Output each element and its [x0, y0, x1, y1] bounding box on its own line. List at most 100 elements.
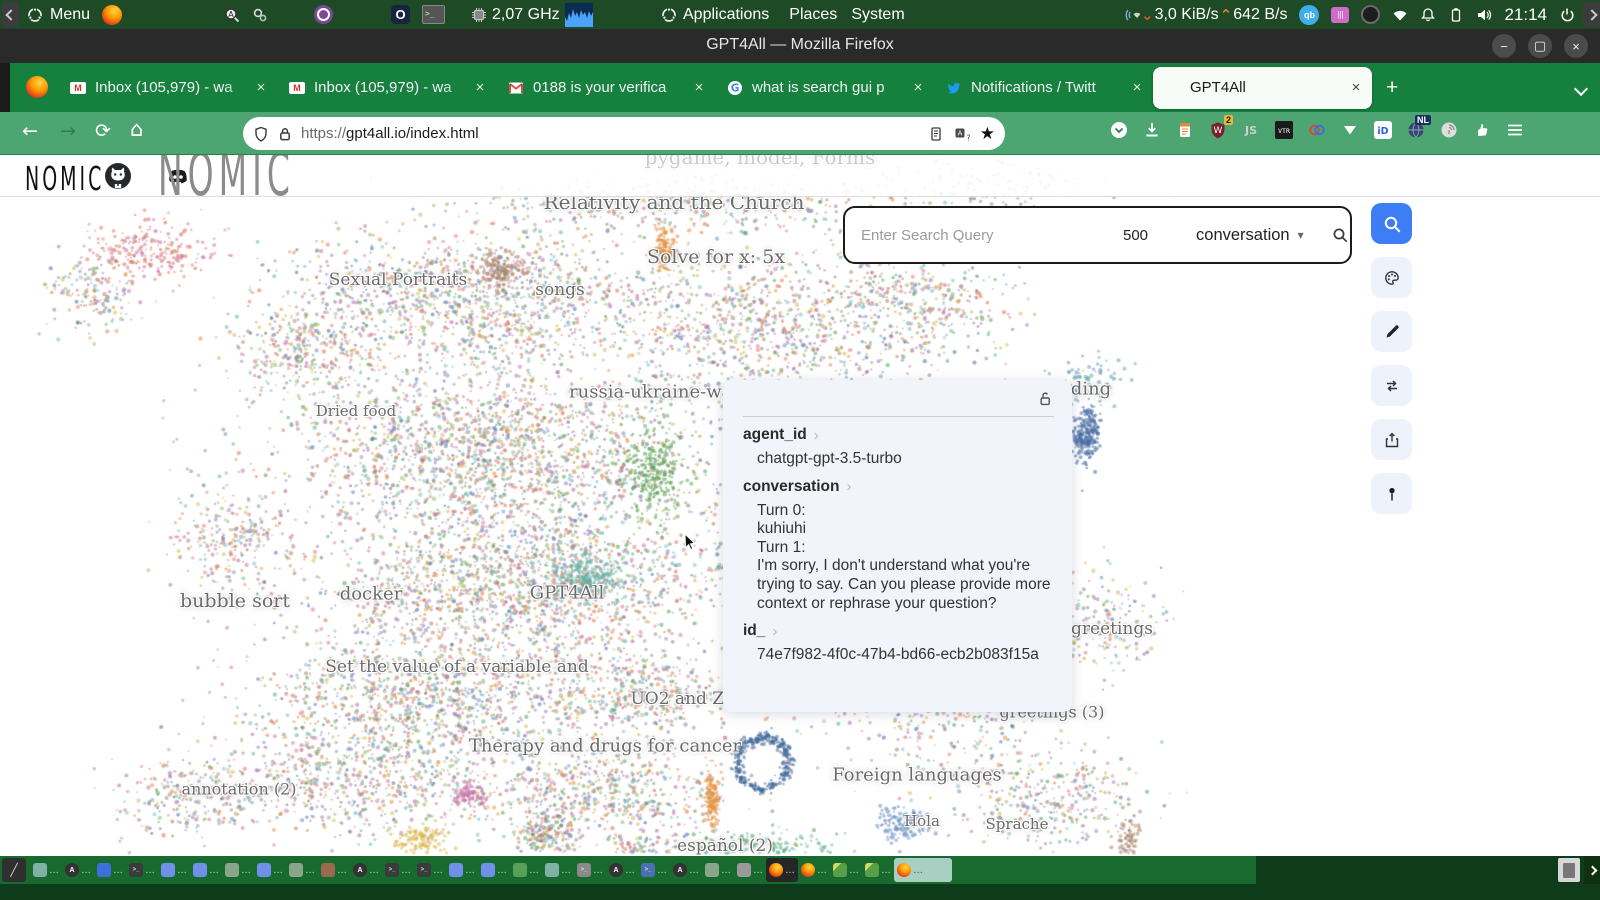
- power-button[interactable]: [1559, 7, 1575, 23]
- taskbar-window-firefox[interactable]: …: [798, 858, 830, 882]
- forward-button[interactable]: →: [60, 120, 76, 142]
- translate-icon[interactable]: A?: [954, 126, 970, 142]
- url-bar[interactable]: https://gpt4all.io/index.html A? ★: [243, 117, 1005, 150]
- jsgray-icon[interactable]: JS: [1240, 119, 1262, 141]
- tool-search-button[interactable]: [1371, 203, 1412, 244]
- menu-places[interactable]: Places: [789, 6, 837, 24]
- taskbar-window-term[interactable]: >_…: [414, 858, 446, 882]
- triangle-icon[interactable]: [1339, 119, 1361, 141]
- taskbar-window-term[interactable]: >_…: [126, 858, 158, 882]
- github-icon[interactable]: [104, 162, 132, 190]
- settings-launcher[interactable]: [252, 7, 268, 23]
- shield2-icon[interactable]: W2: [1207, 115, 1233, 141]
- taskbar-window-folder[interactable]: …: [286, 858, 318, 882]
- tooltip-field-key[interactable]: agent_id ›: [743, 426, 1054, 444]
- taskbar-window-win[interactable]: …: [158, 858, 190, 882]
- taskbar-window-term-gray[interactable]: >_…: [574, 858, 606, 882]
- tab-gpt4all[interactable]: GPT4All ×: [1153, 66, 1372, 109]
- tab-inbox-105-979-wa[interactable]: M Inbox (105,979) - wa ×: [277, 63, 496, 112]
- taskbar-window-dark-a[interactable]: A…: [670, 858, 702, 882]
- cpu-applet[interactable]: 2,07 GHz: [471, 2, 593, 27]
- app-tray-icon[interactable]: [1361, 5, 1381, 24]
- tracking-shield-icon[interactable]: [253, 126, 269, 142]
- pocket-icon[interactable]: [1108, 119, 1130, 141]
- home-button[interactable]: ⌂: [130, 117, 143, 141]
- download-icon[interactable]: [1141, 119, 1163, 141]
- tool-share-button[interactable]: [1371, 419, 1412, 460]
- taskbar-window-green-sq[interactable]: …: [510, 858, 542, 882]
- panel-scroll-right-icon[interactable]: [1583, 2, 1600, 27]
- lock-icon[interactable]: [277, 126, 293, 142]
- notes-icon[interactable]: [1174, 119, 1196, 141]
- tab-close-icon[interactable]: ×: [1129, 79, 1145, 96]
- taskbar-window-win[interactable]: …: [446, 858, 478, 882]
- linkrings-icon[interactable]: [1306, 119, 1328, 141]
- terminal-launcher[interactable]: >_: [422, 5, 446, 24]
- tab-overflow-icon[interactable]: [1573, 81, 1589, 99]
- result-limit[interactable]: 500: [1123, 227, 1148, 244]
- taskbar-window-term-blue[interactable]: >_…: [638, 858, 670, 882]
- taskbar-window-term[interactable]: >_…: [382, 858, 414, 882]
- lock-open-icon[interactable]: [1037, 390, 1054, 412]
- new-tab-button[interactable]: +: [1386, 76, 1398, 100]
- search-tool-launcher[interactable]: A: [224, 7, 240, 23]
- back-button[interactable]: ←: [22, 120, 38, 142]
- thumb-icon[interactable]: [1471, 119, 1493, 141]
- network-monitor-applet[interactable]: ⌄ 3,0 KiB/s ⌃ 642 B/s: [1124, 6, 1287, 24]
- taskbar-window-win[interactable]: …: [190, 858, 222, 882]
- search-input[interactable]: [859, 225, 1113, 245]
- tab-notifications-twitt[interactable]: Notifications / Twitt ×: [934, 63, 1153, 112]
- taskbar-window-dark-a[interactable]: A…: [62, 858, 94, 882]
- taskbar-window-map-green[interactable]: …: [862, 858, 894, 882]
- taskbar-window-folder[interactable]: …: [222, 858, 254, 882]
- taskbar-window-gray-box[interactable]: …: [734, 858, 766, 882]
- reload-button[interactable]: ⟳: [95, 120, 111, 142]
- taskbar-window-firefox[interactable]: …: [894, 858, 952, 882]
- vtr-icon[interactable]: VTR: [1273, 119, 1295, 141]
- tab-close-icon[interactable]: ×: [691, 79, 707, 96]
- tab-what-is-search-gui-p[interactable]: Gwhat is search gui p ×: [715, 63, 934, 112]
- battery-tray-icon[interactable]: [1448, 7, 1464, 23]
- notifications-tray-icon[interactable]: [1420, 7, 1436, 23]
- minimize-button[interactable]: −: [1492, 34, 1516, 58]
- taskbar-window-teal-sq[interactable]: …: [30, 858, 62, 882]
- qbittorrent-tray-icon[interactable]: qb: [1299, 4, 1320, 25]
- distro-menu-button[interactable]: Menu: [27, 6, 90, 24]
- tab-close-icon[interactable]: ×: [253, 79, 269, 96]
- tor-launcher[interactable]: [314, 5, 334, 24]
- media-player-tray-icon[interactable]: |||: [1331, 6, 1350, 23]
- volume-tray-icon[interactable]: [1476, 7, 1492, 23]
- show-desktop-button[interactable]: ╱: [2, 858, 26, 882]
- idbadge-icon[interactable]: iD: [1372, 119, 1394, 141]
- clipboard-icon[interactable]: [1558, 858, 1580, 882]
- tab-close-icon[interactable]: ×: [1348, 79, 1364, 96]
- tool-palette-button[interactable]: [1371, 257, 1412, 298]
- taskbar-window-blue-doc[interactable]: …: [94, 858, 126, 882]
- tab-inbox-105-979-wa[interactable]: M Inbox (105,979) - wa ×: [58, 63, 277, 112]
- tab-0188-is-your-verifica[interactable]: 0188 is your verifica ×: [496, 63, 715, 112]
- taskbar-expand-icon[interactable]: [1584, 856, 1600, 884]
- close-button[interactable]: ×: [1564, 34, 1588, 58]
- wifi-tray-icon[interactable]: [1392, 7, 1408, 23]
- taskbar-window-folder[interactable]: …: [702, 858, 734, 882]
- tab-close-icon[interactable]: ×: [910, 79, 926, 96]
- maximize-button[interactable]: ▢: [1528, 34, 1552, 58]
- firefox-launcher[interactable]: [102, 4, 123, 25]
- taskbar-window-teal-sq[interactable]: …: [542, 858, 574, 882]
- taskbar-window-brown[interactable]: …: [318, 858, 350, 882]
- tool-pencil-button[interactable]: [1371, 311, 1412, 352]
- taskbar-window-firefox[interactable]: …: [766, 858, 798, 882]
- field-select[interactable]: conversation ▾: [1196, 226, 1304, 245]
- taskbar-window-dark-a[interactable]: A…: [350, 858, 382, 882]
- reader-mode-icon[interactable]: [928, 126, 944, 142]
- tool-swap-button[interactable]: [1371, 365, 1412, 406]
- taskbar-window-win[interactable]: …: [254, 858, 286, 882]
- tool-pin-button[interactable]: [1371, 473, 1412, 514]
- taskbar-window-dark-a[interactable]: A…: [606, 858, 638, 882]
- opera-launcher[interactable]: O: [391, 5, 411, 24]
- tooltip-field-key[interactable]: conversation ›: [743, 478, 1054, 496]
- panel-scroll-left-icon[interactable]: [2, 2, 19, 27]
- clock[interactable]: 21:14: [1504, 5, 1547, 25]
- taskbar-window-win[interactable]: …: [478, 858, 510, 882]
- search-icon[interactable]: [1332, 227, 1348, 243]
